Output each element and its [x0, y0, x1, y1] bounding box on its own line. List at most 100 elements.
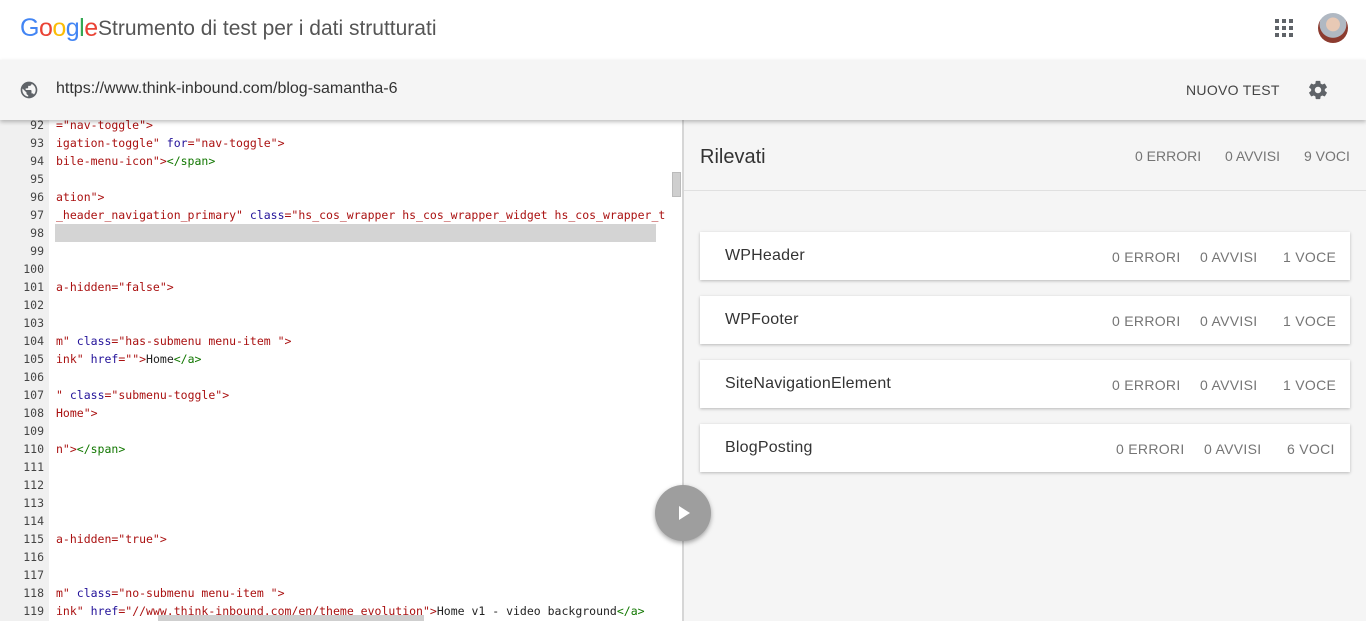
line-number: 96 [30, 190, 44, 204]
code-editor[interactable]: 92 ="nav-toggle"> 93 igation-toggle" for="n… [0, 120, 682, 621]
code-text: m" class="no-submenu menu-item "> [56, 584, 285, 602]
app-title: Strumento di test per i dati strutturati [98, 17, 437, 40]
code-token: _header_navigation_primary" [56, 208, 243, 222]
new-test-button[interactable]: NUOVO TEST [1186, 82, 1280, 98]
result-card[interactable]: WPHeader 0 ERRORI 0 AVVISI 1 VOCE [700, 232, 1350, 280]
result-errors: 0 ERRORI [1112, 377, 1181, 393]
code-line: 110 n"></span> [0, 440, 682, 458]
line-number: 105 [23, 352, 44, 366]
logo-letter: G [20, 14, 39, 42]
line-number: 92 [30, 120, 44, 132]
globe-icon [20, 81, 38, 99]
run-test-button[interactable] [655, 485, 711, 541]
gear-icon[interactable] [1307, 79, 1329, 101]
result-errors: 0 ERRORI [1112, 249, 1181, 265]
horizontal-scrollbar[interactable] [158, 615, 424, 621]
code-line: 112 [0, 476, 682, 494]
code-token: ="hs_cos_wrapper hs_cos_wrapper_widget h… [284, 208, 666, 222]
user-avatar[interactable] [1318, 13, 1348, 43]
line-number: 115 [23, 532, 44, 546]
result-items: 1 VOCE [1283, 313, 1337, 329]
code-token: ink" [56, 604, 84, 618]
code-token: " [56, 388, 63, 402]
logo-letter: e [84, 14, 98, 42]
code-text: n"></span> [56, 440, 125, 458]
code-token: </a> [173, 352, 202, 366]
code-line: 103 [0, 314, 682, 332]
result-items: 6 VOCI [1287, 441, 1335, 457]
url-input[interactable]: https://www.think-inbound.com/blog-saman… [56, 80, 398, 98]
line-number: 104 [23, 334, 44, 348]
code-token: for [166, 136, 188, 150]
result-card[interactable]: SiteNavigationElement 0 ERRORI 0 AVVISI 1 V… [700, 360, 1350, 408]
top-bar: Google Strumento di test per i dati stru… [0, 0, 1366, 60]
line-number: 103 [23, 316, 44, 330]
code-text: a-hidden="false"> [56, 278, 174, 296]
code-line: 95 [0, 170, 682, 188]
line-number: 111 [23, 460, 44, 474]
code-text: Home"> [56, 404, 98, 422]
line-number: 114 [23, 514, 44, 528]
line-number: 95 [30, 172, 44, 186]
result-card[interactable]: WPFooter 0 ERRORI 0 AVVISI 1 VOCE [700, 296, 1350, 344]
line-number: 108 [23, 406, 44, 420]
code-token: ="nav-toggle"> [187, 136, 285, 150]
result-type-name: WPHeader [725, 247, 805, 264]
code-text: _header_navigation_primary" class="hs_co… [56, 206, 665, 224]
line-number: 119 [23, 604, 44, 618]
google-logo[interactable]: Google [20, 14, 98, 43]
code-line: 106 [0, 368, 682, 386]
result-card[interactable]: BlogPosting 0 ERRORI 0 AVVISI 6 VOCI [700, 424, 1350, 472]
code-token: class [76, 334, 112, 348]
code-text: ="nav-toggle"> [56, 120, 153, 134]
result-type-name: BlogPosting [725, 439, 813, 456]
code-text: " class="submenu-toggle"> [56, 386, 229, 404]
logo-letter: g [65, 14, 80, 42]
code-line: 113 [0, 494, 682, 512]
code-line: 98 [0, 224, 682, 242]
code-line: 118 m" class="no-submenu menu-item "> [0, 584, 682, 602]
code-token: a-hidden="true"> [56, 532, 167, 546]
code-token: ation"> [56, 190, 105, 204]
code-line: 96 ation"> [0, 188, 682, 206]
code-text: bile-menu-icon"></span> [56, 152, 215, 170]
code-text: ation"> [56, 188, 104, 206]
code-token: class [69, 388, 105, 402]
vertical-scrollbar[interactable] [672, 172, 681, 197]
results-title: Rilevati [700, 146, 766, 168]
result-items: 1 VOCE [1283, 249, 1337, 265]
result-errors: 0 ERRORI [1116, 441, 1185, 457]
code-line: 104 m" class="has-submenu menu-item "> [0, 332, 682, 350]
code-token: Home v1 - video background [436, 604, 617, 618]
results-header: Rilevati 0 ERRORI 0 AVVISI 9 VOCI [684, 120, 1366, 191]
line-number: 100 [23, 262, 44, 276]
line-number: 110 [23, 442, 44, 456]
code-token: a-hidden="false"> [56, 280, 174, 294]
logo-letter: o [52, 14, 66, 42]
code-line: 101 a-hidden="false"> [0, 278, 682, 296]
code-text: m" class="has-submenu menu-item "> [56, 332, 291, 350]
code-line: 115 a-hidden="true"> [0, 530, 682, 548]
apps-grid-icon[interactable] [1275, 19, 1293, 37]
code-token: ="submenu-toggle"> [104, 388, 230, 402]
code-token: class [249, 208, 285, 222]
total-warnings: 0 AVVISI [1225, 148, 1280, 164]
code-token: </a> [616, 604, 645, 618]
line-number: 101 [23, 280, 44, 294]
code-line: 99 [0, 242, 682, 260]
code-line: 116 [0, 548, 682, 566]
code-token: igation-toggle" [56, 136, 160, 150]
code-token: =""> [118, 352, 147, 366]
line-number: 117 [23, 568, 44, 582]
code-token: m" [56, 334, 70, 348]
line-number: 113 [23, 496, 44, 510]
line-number: 102 [23, 298, 44, 312]
line-number: 98 [30, 226, 44, 240]
result-warnings: 0 AVVISI [1200, 249, 1258, 265]
